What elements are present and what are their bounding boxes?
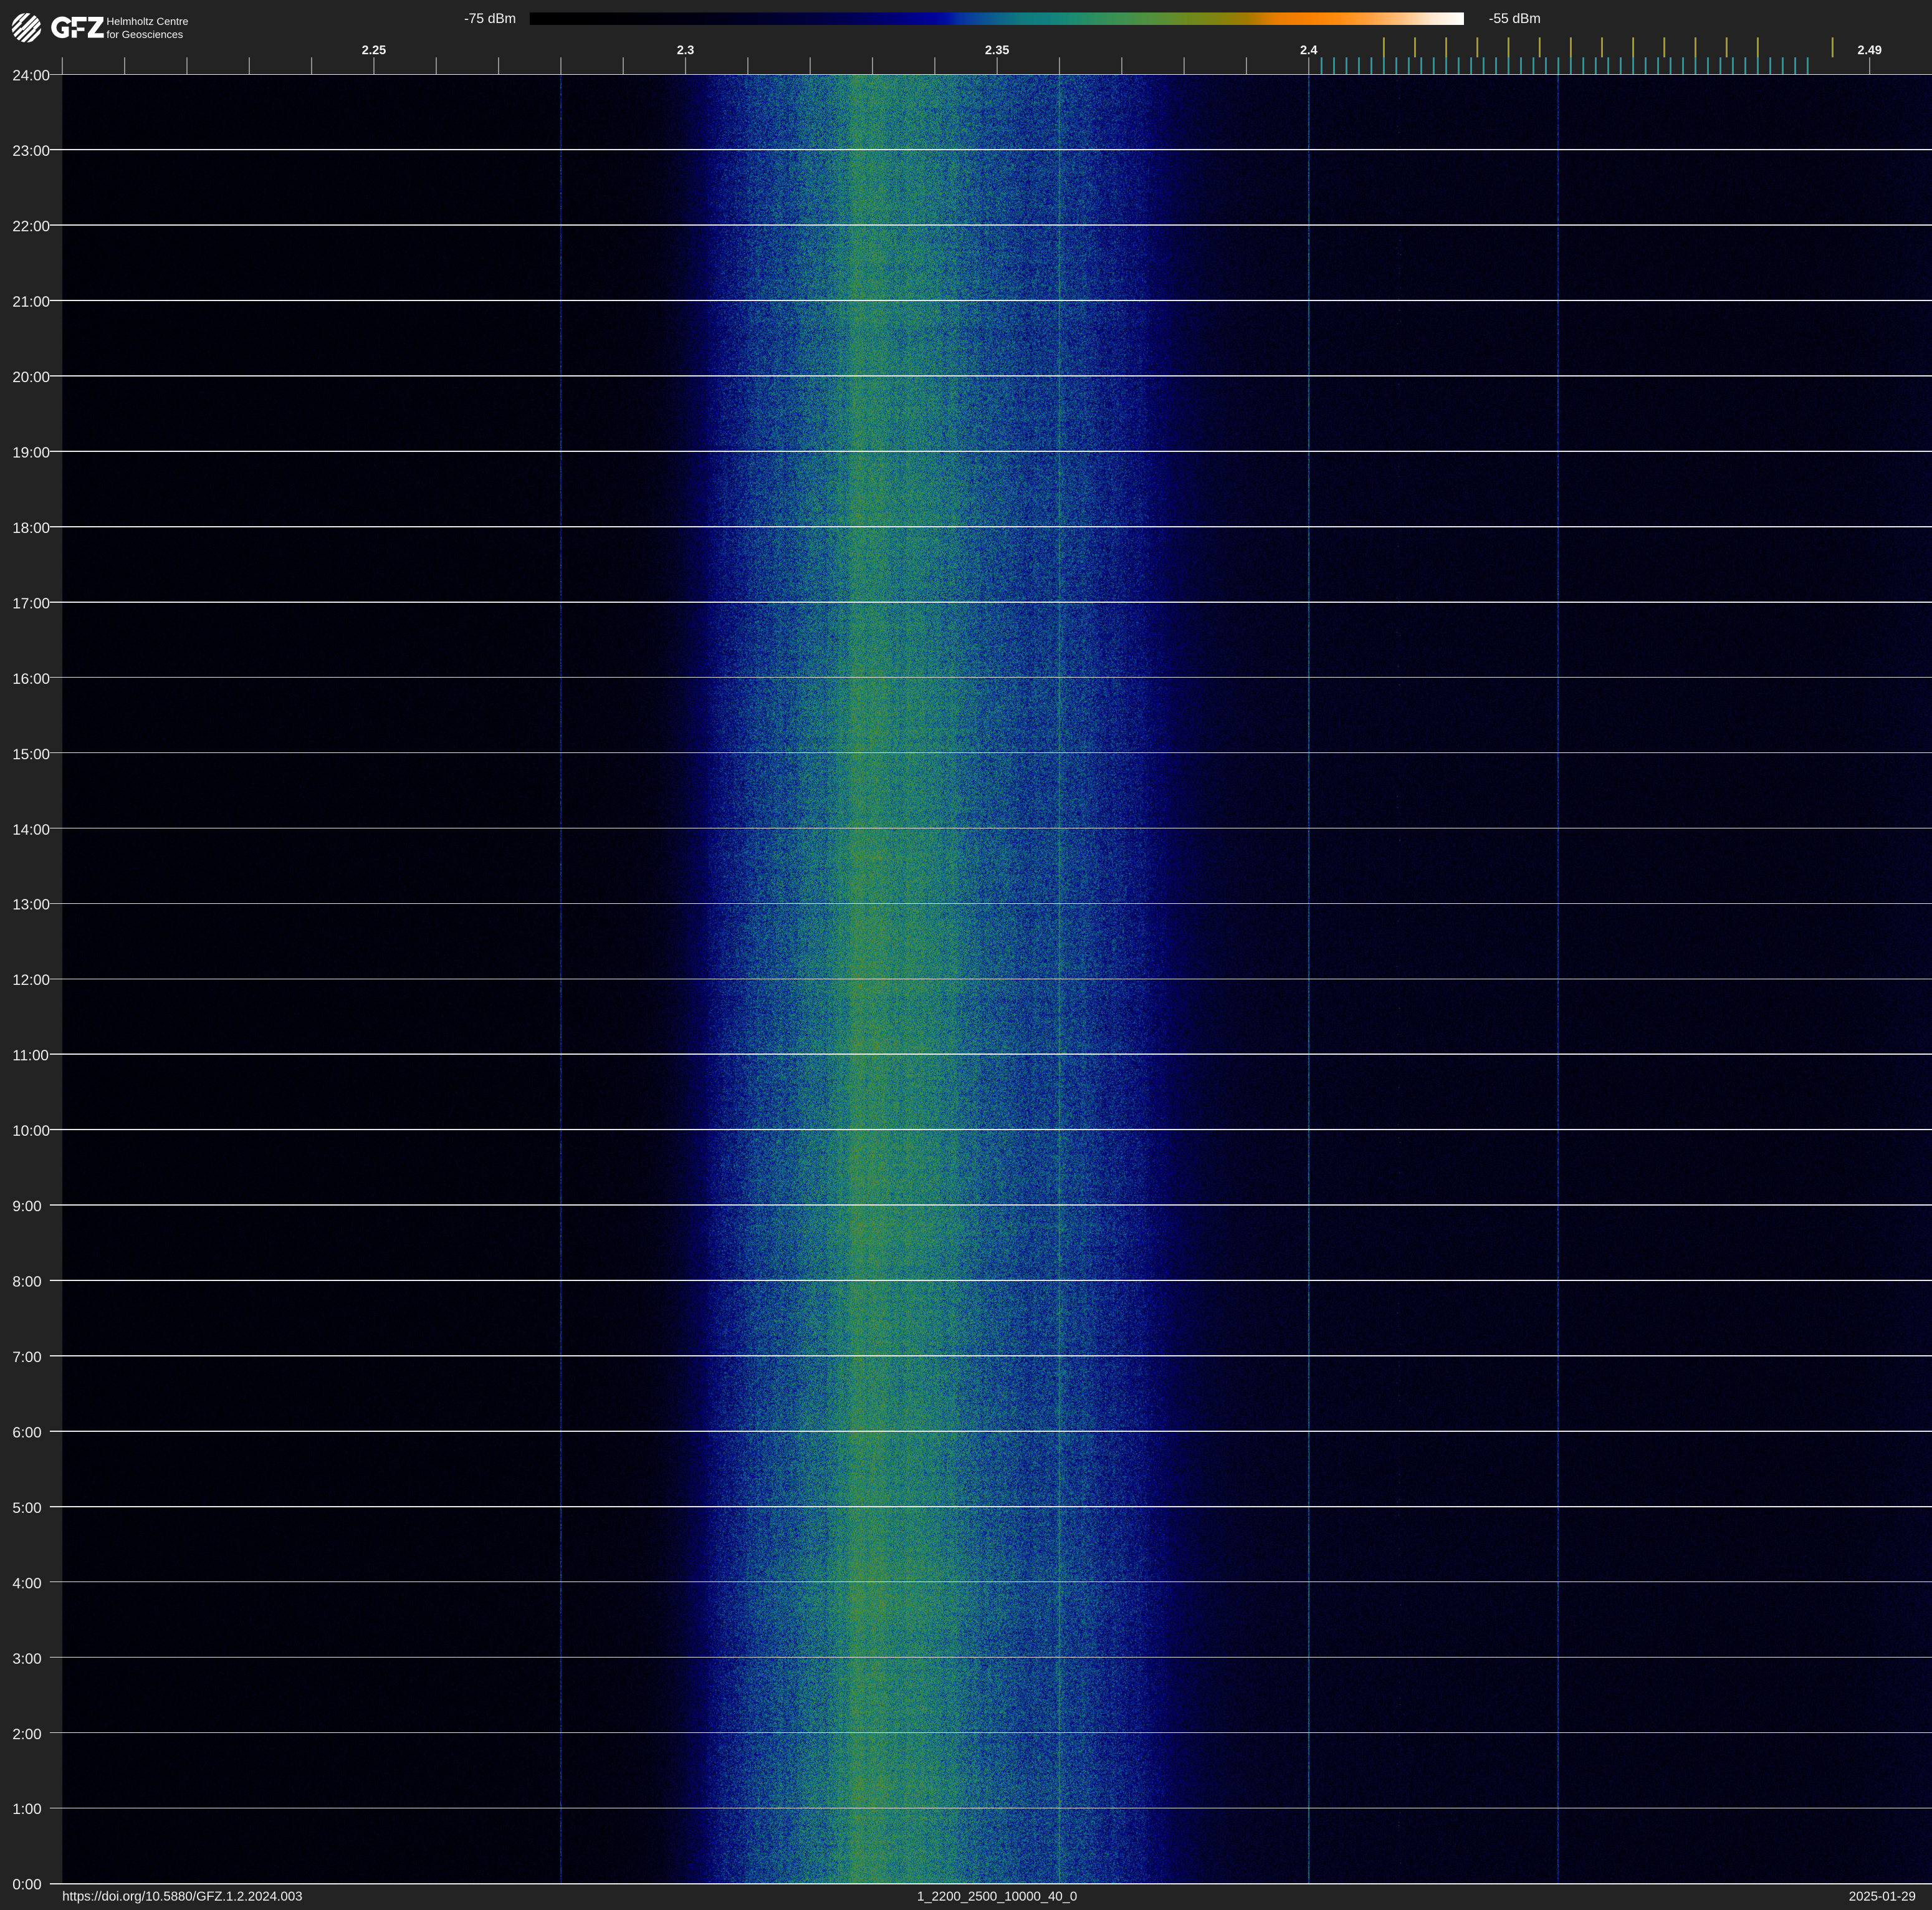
svg-text:Helmholtz Centre: Helmholtz Centre xyxy=(107,16,188,27)
svg-text:for Geosciences: for Geosciences xyxy=(107,29,183,41)
